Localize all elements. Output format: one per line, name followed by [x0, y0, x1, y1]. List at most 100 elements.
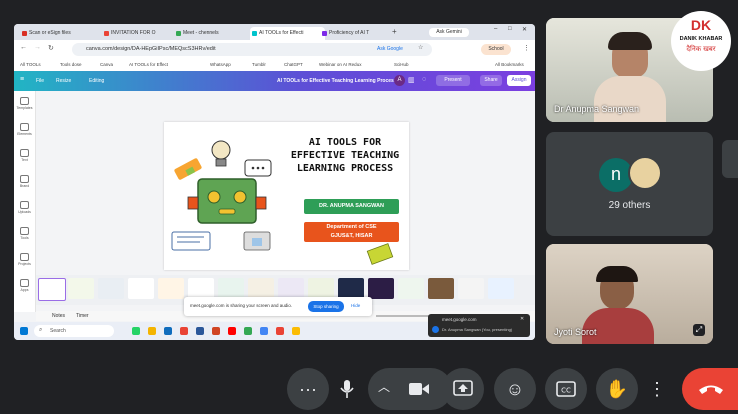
chrome-icon[interactable] — [244, 327, 252, 335]
assign-button[interactable]: Assign — [507, 75, 531, 86]
powerpoint-icon[interactable] — [212, 327, 220, 335]
minimize-icon[interactable]: – — [494, 26, 497, 32]
close-icon[interactable]: ✕ — [522, 26, 527, 33]
browser-tab[interactable]: Scan or eSign files — [20, 27, 97, 40]
slide-thumbnail[interactable] — [488, 278, 514, 299]
end-call-icon — [699, 385, 723, 394]
chevron-up-icon[interactable]: ︿ — [378, 378, 390, 395]
rail-tools[interactable]: Tools — [16, 227, 33, 240]
timer-button[interactable]: Timer — [76, 313, 89, 319]
rail-brand[interactable]: Brand — [16, 175, 33, 188]
profile-button[interactable]: School — [481, 44, 511, 55]
hamburger-icon[interactable]: ≡ — [20, 76, 24, 83]
new-tab-icon[interactable]: + — [392, 27, 397, 36]
slide-thumbnail[interactable] — [158, 278, 184, 299]
all-bookmarks[interactable]: All Bookmarks — [495, 62, 524, 67]
presenter-hair — [608, 32, 652, 50]
taskbar-search[interactable]: ⌕ Search — [34, 325, 114, 337]
bookmark[interactable]: WhatsApp — [210, 62, 231, 67]
share-button[interactable]: Share — [480, 75, 502, 86]
slide-thumbnail[interactable] — [308, 278, 334, 299]
browser-tab[interactable]: Meet - chennels — [174, 27, 253, 40]
bookmark[interactable]: Canva — [100, 62, 113, 67]
leave-call-button[interactable] — [682, 368, 738, 410]
slide-thumbnail[interactable] — [278, 278, 304, 299]
slide-thumbnail[interactable] — [458, 278, 484, 299]
meet-presenting-popup[interactable]: meet.google.com ✕ Dr. Anupma Sangwan (Yo… — [428, 314, 530, 337]
slide-thumbnail[interactable] — [338, 278, 364, 299]
rail-text[interactable]: Text — [16, 149, 33, 162]
others-tile[interactable]: n 29 others — [546, 132, 713, 236]
slide-thumbnail[interactable] — [188, 278, 214, 299]
popup-close-icon[interactable]: ✕ — [520, 316, 524, 322]
back-icon[interactable]: ← — [20, 44, 27, 51]
camera-button[interactable]: ︿ — [368, 368, 452, 410]
resize-menu[interactable]: Resize — [56, 78, 71, 84]
bookmark[interactable]: SciHub — [394, 62, 409, 67]
present-button[interactable]: Present — [436, 75, 470, 86]
rail-elements[interactable]: Elements — [16, 123, 33, 136]
slide-thumbnail[interactable] — [38, 278, 66, 301]
microphone-button[interactable] — [326, 368, 368, 410]
rail-uploads[interactable]: Uploads — [16, 201, 33, 214]
browser-tab[interactable]: Proficiency of AI T — [320, 27, 395, 40]
ask-gemini-button[interactable]: Ask Gemini — [429, 28, 469, 37]
document-title[interactable]: AI TOOLs for Effective Teaching Learning… — [277, 78, 397, 84]
slide-thumbnail[interactable] — [218, 278, 244, 299]
more-options-button[interactable]: ··· — [287, 368, 329, 410]
upload-icon — [20, 201, 29, 209]
bookmark[interactable]: Tools dose — [60, 62, 82, 67]
stats-icon[interactable]: ▥ — [408, 76, 415, 84]
slide-thumbnail[interactable] — [248, 278, 274, 299]
bookmark[interactable]: ChatGPT — [284, 62, 303, 67]
whatsapp-icon[interactable] — [132, 327, 140, 335]
bookmark[interactable]: Tumblr — [252, 62, 266, 67]
edge-icon[interactable] — [164, 327, 172, 335]
notes-button[interactable]: Notes — [52, 313, 65, 319]
dots-icon: ··· — [299, 379, 317, 399]
slide-thumbnail[interactable] — [398, 278, 424, 299]
file-menu[interactable]: File — [36, 78, 44, 84]
rail-apps[interactable]: Apps — [16, 279, 33, 292]
avatar[interactable]: A — [394, 75, 405, 86]
slide-thumbnail[interactable] — [368, 278, 394, 299]
side-panel-handle[interactable] — [722, 140, 738, 178]
folder-icon[interactable] — [148, 327, 156, 335]
bookmark[interactable]: Webinar on AI Redux — [319, 62, 361, 67]
captions-button[interactable]: CC — [545, 368, 587, 410]
menu-icon[interactable]: ⋮ — [523, 44, 530, 52]
bookmark-star-icon[interactable]: ☆ — [418, 44, 423, 51]
chrome-icon[interactable] — [276, 327, 284, 335]
app-icon[interactable] — [180, 327, 188, 335]
raise-hand-button[interactable]: ✋ — [596, 368, 638, 410]
slide-thumbnail[interactable] — [128, 278, 154, 299]
editing-menu[interactable]: Editing — [89, 78, 104, 84]
ask-google-button[interactable]: Ask Google — [377, 46, 403, 52]
youtube-icon[interactable] — [228, 327, 236, 335]
word-icon[interactable] — [196, 327, 204, 335]
present-screen-button[interactable] — [442, 368, 484, 410]
forward-icon[interactable]: → — [34, 44, 41, 51]
stop-sharing-button[interactable]: Stop sharing — [308, 301, 344, 312]
reactions-button[interactable]: ☺ — [494, 368, 536, 410]
slide-thumbnail[interactable] — [68, 278, 94, 299]
slide-thumbnail[interactable] — [98, 278, 124, 299]
slide-thumbnail[interactable] — [428, 278, 454, 299]
pin-icon[interactable]: ⤢ — [693, 324, 705, 336]
bookmark[interactable]: AI TOOLs for Effect — [129, 62, 168, 67]
chrome-icon[interactable] — [260, 327, 268, 335]
comment-icon[interactable]: ◌ — [422, 76, 426, 83]
maximize-icon[interactable]: □ — [508, 26, 512, 32]
bookmark[interactable]: All TOOLs — [20, 62, 41, 67]
rail-templates[interactable]: Templates — [16, 97, 33, 110]
participant-video-tile[interactable]: Jyoti Sorot ⤢ — [546, 244, 713, 344]
chrome-icon[interactable] — [292, 327, 300, 335]
rail-projects[interactable]: Projects — [16, 253, 33, 266]
more-actions-button[interactable]: ⋮ — [641, 368, 673, 410]
slide-canvas[interactable]: AI TOOLS FOR EFFECTIVE TEACHING LEARNING… — [164, 122, 409, 270]
browser-tab[interactable]: INVITATION FOR O — [102, 27, 179, 40]
windows-start-icon[interactable] — [20, 327, 28, 335]
browser-tab-active[interactable]: AI TOOLs for Effecti — [250, 27, 325, 40]
hide-button[interactable]: Hide — [351, 303, 360, 308]
reload-icon[interactable]: ↻ — [48, 44, 54, 52]
